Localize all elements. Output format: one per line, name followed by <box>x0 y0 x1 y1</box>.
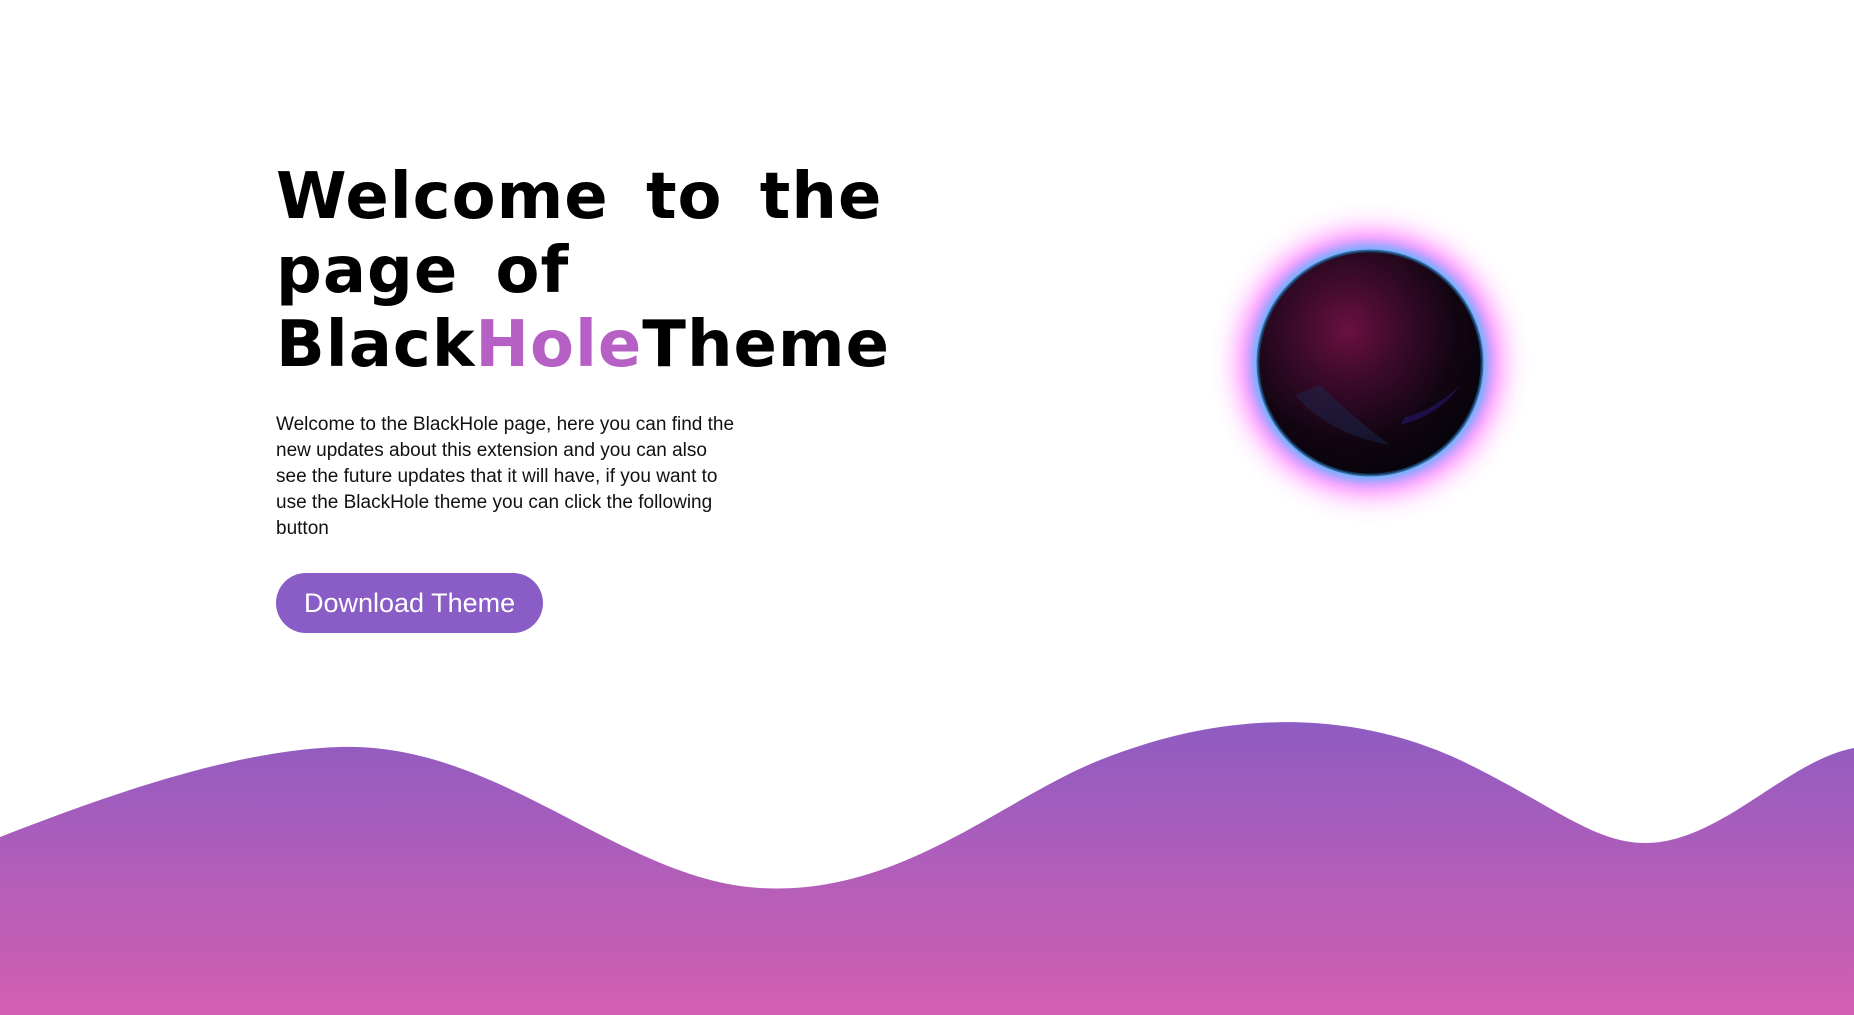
download-theme-button[interactable]: Download Theme <box>276 573 544 633</box>
hero-description: Welcome to the BlackHole page, here you … <box>276 414 735 539</box>
black-hole-icon <box>1200 195 1540 535</box>
title-brand-end: Theme <box>642 308 890 382</box>
title-line-1: Welcome to the page of <box>276 160 883 308</box>
decorative-wave <box>0 722 1854 1015</box>
title-brand-accent: Hole <box>475 308 643 382</box>
page-title: Welcome to the page of BlackHoleTheme <box>276 160 996 382</box>
title-brand-black: Black <box>276 308 476 382</box>
hero-section: Welcome to the page of BlackHoleTheme Wel… <box>276 160 996 633</box>
landing-page: Welcome to the page of BlackHoleTheme Wel… <box>0 0 1854 1015</box>
